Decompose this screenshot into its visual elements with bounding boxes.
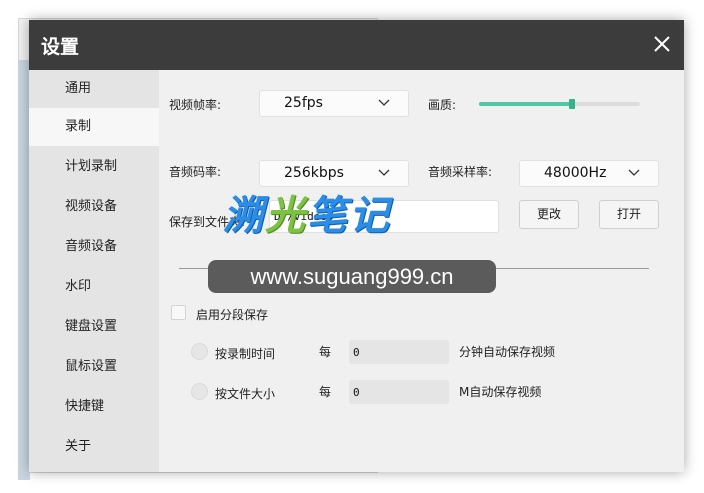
quality-slider[interactable] [479,99,640,109]
settings-sidebar: 通用 录制 计划录制 视频设备 音频设备 水印 键盘设置 鼠标设置 快捷键 关于 [29,70,159,472]
size-interval-input[interactable]: 0 [349,380,449,404]
sidebar-item-watermark[interactable]: 水印 [29,268,159,306]
frame-rate-select[interactable]: 25fps [259,90,409,117]
sidebar-item-general[interactable]: 通用 [29,70,159,108]
chevron-down-icon [628,169,640,176]
chevron-down-icon [378,99,390,106]
sample-rate-value: 48000Hz [544,165,607,181]
dialog-title: 设置 [41,36,80,58]
title-bar: 设置 [29,20,684,70]
quality-label: 画质: [428,98,457,112]
sidebar-item-scheduled-recording[interactable]: 计划录制 [29,148,159,186]
frame-rate-label: 视频帧率: [169,98,222,112]
every-label: 每 [319,385,332,399]
audio-bitrate-label: 音频码率: [169,165,222,179]
frame-rate-value: 25fps [284,95,323,111]
sidebar-item-about[interactable]: 关于 [29,428,159,466]
watermark-logo-part3: 笔记 [307,193,391,239]
sample-rate-select[interactable]: 48000Hz [519,160,659,187]
quality-slider-fill [479,102,573,106]
segment-save-label: 启用分段保存 [196,308,269,322]
size-suffix-label: M自动保存视频 [459,385,542,399]
watermark-logo: 溯光笔记 [223,183,391,241]
sidebar-item-video-device[interactable]: 视频设备 [29,188,159,226]
sidebar-item-mouse[interactable]: 鼠标设置 [29,348,159,386]
sidebar-item-audio-device[interactable]: 音频设备 [29,228,159,266]
chevron-down-icon [378,169,390,176]
sidebar-item-hotkeys[interactable]: 快捷键 [29,388,159,426]
segment-save-checkbox[interactable] [171,305,186,320]
watermark-url: www.suguang999.cn [208,260,496,293]
by-size-label: 按文件大小 [215,387,276,401]
close-icon[interactable] [650,32,674,56]
time-interval-input[interactable]: 0 [349,340,449,364]
sample-rate-label: 音频采样率: [428,165,493,179]
audio-bitrate-value: 256kbps [284,165,344,181]
watermark-logo-part1: 溯 [223,193,265,239]
by-time-radio[interactable] [191,343,208,360]
change-folder-button[interactable]: 更改 [519,200,579,229]
settings-dialog: 设置 通用 录制 计划录制 视频设备 音频设备 水印 键盘设置 鼠标设置 快捷键… [29,20,684,472]
time-suffix-label: 分钟自动保存视频 [459,345,556,359]
every-label: 每 [319,345,332,359]
by-size-radio[interactable] [191,383,208,400]
sidebar-item-keyboard[interactable]: 键盘设置 [29,308,159,346]
watermark-logo-part2: 光 [265,193,307,239]
sidebar-item-recording[interactable]: 录制 [29,108,159,146]
open-folder-button[interactable]: 打开 [599,200,659,229]
by-time-label: 按录制时间 [215,347,276,361]
quality-slider-thumb[interactable] [569,99,576,109]
